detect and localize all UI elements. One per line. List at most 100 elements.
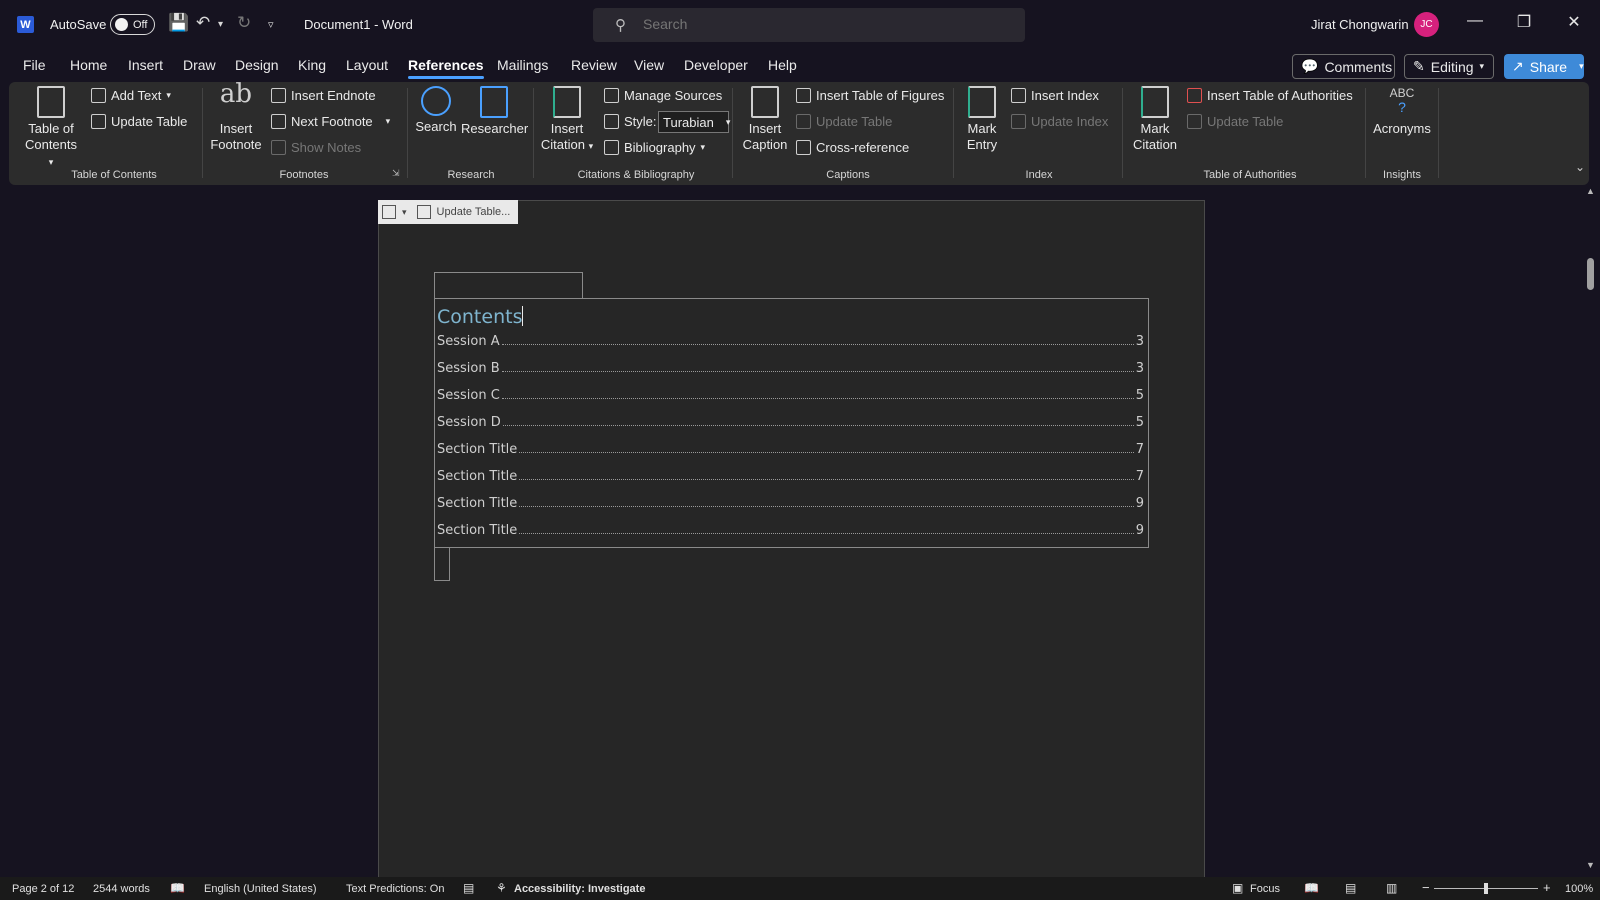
table-of-contents-button[interactable]: Table of Contents ▾ bbox=[21, 86, 81, 170]
scroll-up-arrow-icon[interactable]: ▲ bbox=[1586, 186, 1595, 196]
toc-entry[interactable]: Session D 5 bbox=[437, 415, 1144, 430]
tab-view[interactable]: View bbox=[634, 57, 664, 73]
toc-entry[interactable]: Section Title 7 bbox=[437, 469, 1144, 484]
chevron-down-icon: ▾ bbox=[48, 157, 54, 167]
print-layout-icon[interactable]: ▤ bbox=[1345, 881, 1356, 895]
bibliography-icon bbox=[604, 140, 619, 155]
tab-king[interactable]: King bbox=[298, 57, 326, 73]
text-cursor bbox=[522, 306, 524, 326]
search-bar[interactable]: ⚲ bbox=[593, 8, 1025, 42]
tab-references[interactable]: References bbox=[408, 57, 484, 79]
tab-mailings[interactable]: Mailings bbox=[497, 57, 548, 73]
insert-endnote-button[interactable]: Insert Endnote bbox=[271, 88, 376, 103]
user-name[interactable]: Jirat Chongwarin bbox=[1311, 17, 1409, 32]
toc-entry[interactable]: Section Title 9 bbox=[437, 523, 1144, 538]
comments-button[interactable]: 💬 Comments bbox=[1292, 54, 1395, 79]
restore-icon[interactable]: ❐ bbox=[1513, 12, 1535, 32]
tab-insert[interactable]: Insert bbox=[128, 57, 163, 73]
group-divider bbox=[407, 88, 408, 178]
macro-recording-icon[interactable]: ▤ bbox=[463, 881, 474, 895]
show-notes-button[interactable]: Show Notes bbox=[271, 140, 361, 155]
cross-reference-button[interactable]: Cross-reference bbox=[796, 140, 909, 155]
customize-quick-access-icon[interactable]: ▿ bbox=[268, 18, 274, 31]
update-index-button[interactable]: Update Index bbox=[1011, 114, 1108, 129]
close-icon[interactable]: ✕ bbox=[1563, 12, 1585, 32]
search-input[interactable] bbox=[643, 16, 943, 32]
acronyms-button[interactable]: ABC? Acronyms bbox=[1371, 86, 1433, 137]
share-button[interactable]: ↗ Share ▾ bbox=[1504, 54, 1584, 79]
cross-reference-label: Cross-reference bbox=[816, 140, 910, 155]
search-research-button[interactable]: Search bbox=[414, 86, 458, 135]
toc-entry[interactable]: Session B 3 bbox=[437, 361, 1144, 376]
toc-heading[interactable]: Contents bbox=[437, 306, 524, 328]
mark-entry-icon bbox=[968, 86, 996, 118]
zoom-slider-thumb[interactable] bbox=[1484, 883, 1488, 894]
chevron-down-icon: ▾ bbox=[385, 116, 391, 126]
tab-draw[interactable]: Draw bbox=[183, 57, 216, 73]
tab-review[interactable]: Review bbox=[571, 57, 617, 73]
researcher-button[interactable]: Researcher bbox=[461, 86, 528, 137]
dialog-launcher-icon[interactable]: ⇲ bbox=[392, 168, 400, 179]
accessibility-status[interactable]: Accessibility: Investigate bbox=[514, 883, 645, 895]
minimize-icon[interactable]: — bbox=[1464, 12, 1486, 30]
tab-file[interactable]: File bbox=[23, 57, 46, 73]
tab-home[interactable]: Home bbox=[70, 57, 107, 73]
editing-mode-button[interactable]: ✎ Editing ▾ bbox=[1404, 54, 1494, 79]
chevron-down-icon[interactable]: ▾ bbox=[402, 207, 407, 218]
language-status[interactable]: English (United States) bbox=[204, 883, 317, 895]
update-table-figures-button[interactable]: Update Table bbox=[796, 114, 892, 129]
tab-design[interactable]: Design bbox=[235, 57, 279, 73]
citation-style-select[interactable]: Turabian ▾ bbox=[658, 111, 730, 133]
zoom-in-icon[interactable]: + bbox=[1543, 880, 1551, 895]
focus-button[interactable]: Focus bbox=[1250, 883, 1280, 895]
chevron-down-icon: ▾ bbox=[588, 141, 594, 151]
group-label-index: Index bbox=[1025, 169, 1053, 181]
footnote-icon: ab bbox=[219, 79, 253, 109]
word-count[interactable]: 2544 words bbox=[93, 883, 150, 895]
undo-icon[interactable]: ↶ bbox=[196, 13, 210, 33]
zoom-out-icon[interactable]: − bbox=[1422, 880, 1430, 895]
toc-entry[interactable]: Session C 5 bbox=[437, 388, 1144, 403]
tab-developer[interactable]: Developer bbox=[684, 57, 748, 73]
save-icon[interactable]: 💾 bbox=[168, 13, 189, 33]
insert-footnote-button[interactable]: ab Insert Footnote bbox=[208, 79, 264, 153]
toc-entry[interactable]: Section Title 9 bbox=[437, 496, 1144, 511]
undo-dropdown-icon[interactable]: ▾ bbox=[218, 19, 223, 30]
update-index-label: Update Index bbox=[1031, 114, 1109, 129]
page-count[interactable]: Page 2 of 12 bbox=[12, 883, 74, 895]
autosave-toggle[interactable]: Off bbox=[110, 14, 155, 35]
add-text-button[interactable]: Add Text ▾ bbox=[91, 88, 171, 103]
update-table-button[interactable]: Update Table bbox=[91, 114, 187, 129]
tab-help[interactable]: Help bbox=[768, 57, 797, 73]
insert-caption-button[interactable]: Insert Caption bbox=[738, 86, 792, 153]
group-label-authorities: Table of Authorities bbox=[1203, 169, 1297, 181]
ribbon-collapse-icon[interactable]: ⌄ bbox=[1575, 160, 1585, 174]
toc-menu-icon[interactable] bbox=[382, 205, 396, 219]
redo-icon[interactable]: ↻ bbox=[237, 13, 251, 33]
proofing-book-icon[interactable]: 📖 bbox=[170, 881, 185, 895]
avatar[interactable]: JC bbox=[1414, 12, 1439, 37]
web-layout-icon[interactable]: ▥ bbox=[1386, 881, 1397, 895]
insert-table-of-authorities-button[interactable]: Insert Table of Authorities bbox=[1187, 88, 1353, 103]
toc-entry[interactable]: Session A 3 bbox=[437, 334, 1144, 349]
mark-entry-button[interactable]: Mark Entry bbox=[960, 86, 1004, 153]
insert-table-of-figures-button[interactable]: Insert Table of Figures bbox=[796, 88, 944, 103]
insert-citation-button[interactable]: Insert Citation ▾ bbox=[537, 86, 597, 154]
title-bar: W AutoSave Off 💾 ↶ ▾ ↻ ▿ Document1 - Wor… bbox=[0, 0, 1600, 48]
bibliography-button[interactable]: Bibliography ▾ bbox=[604, 140, 705, 155]
scroll-down-arrow-icon[interactable]: ▼ bbox=[1586, 860, 1595, 870]
vertical-scrollbar-thumb[interactable] bbox=[1587, 258, 1594, 290]
toc-entry-page: 5 bbox=[1135, 415, 1144, 430]
toc-update-table-button[interactable]: Update Table... bbox=[437, 206, 511, 218]
text-predictions-status[interactable]: Text Predictions: On bbox=[346, 883, 444, 895]
insert-index-button[interactable]: Insert Index bbox=[1011, 88, 1099, 103]
zoom-level[interactable]: 100% bbox=[1565, 883, 1593, 895]
update-table-authorities-button[interactable]: Update Table bbox=[1187, 114, 1283, 129]
tab-layout[interactable]: Layout bbox=[346, 57, 388, 73]
next-footnote-button[interactable]: Next Footnote ▾ bbox=[271, 114, 390, 129]
pencil-icon: ✎ bbox=[1413, 58, 1425, 74]
manage-sources-button[interactable]: Manage Sources bbox=[604, 88, 722, 103]
toc-entry[interactable]: Section Title 7 bbox=[437, 442, 1144, 457]
mark-citation-button[interactable]: Mark Citation bbox=[1128, 86, 1182, 153]
read-mode-icon[interactable]: 📖 bbox=[1304, 881, 1319, 895]
